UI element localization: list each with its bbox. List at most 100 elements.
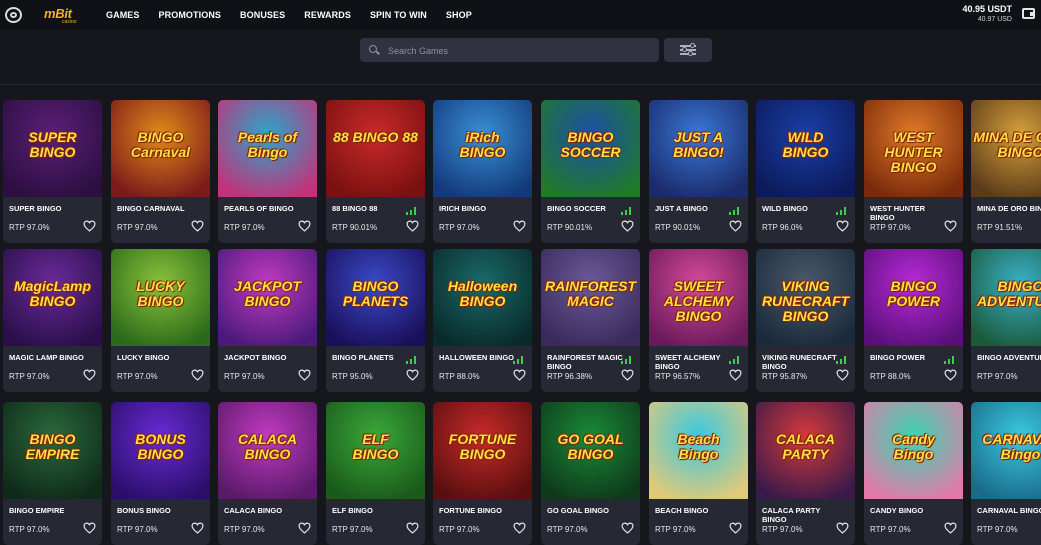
wallet-icon[interactable] bbox=[1022, 8, 1035, 19]
heart-icon[interactable] bbox=[406, 369, 419, 381]
search-input[interactable] bbox=[386, 38, 650, 64]
game-card[interactable]: BINGO ADVENTURE BINGO ADVENTURE RTP 97.0% bbox=[971, 249, 1041, 392]
game-thumbnail[interactable]: JACKPOT BINGO bbox=[218, 249, 317, 346]
game-card[interactable]: VIKING RUNECRAFT BINGO VIKING RUNECRAFT B… bbox=[756, 249, 855, 392]
game-thumbnail[interactable]: VIKING RUNECRAFT BINGO bbox=[756, 249, 855, 346]
game-rtp: RTP 97.0% bbox=[9, 223, 50, 232]
game-thumbnail[interactable]: MINA DE ORO BINGO bbox=[971, 100, 1041, 197]
game-thumbnail[interactable]: Pearls of Bingo bbox=[218, 100, 317, 197]
game-title: SWEET ALCHEMY BINGO bbox=[655, 353, 721, 371]
nav-spin-to-win[interactable]: SPIN TO WIN bbox=[370, 10, 427, 20]
game-title: BINGO EMPIRE bbox=[9, 506, 65, 515]
game-thumbnail[interactable]: Candy Bingo bbox=[864, 402, 963, 499]
game-card[interactable]: Pearls of Bingo PEARLS OF BINGO RTP 97.0% bbox=[218, 100, 317, 243]
game-card[interactable]: BINGO Carnaval BINGO CARNAVAL RTP 97.0% bbox=[111, 100, 210, 243]
game-rtp: RTP 97.0% bbox=[977, 525, 1018, 534]
game-card[interactable]: BINGO SOCCER BINGO SOCCER RTP 90.01% bbox=[541, 100, 640, 243]
game-thumbnail[interactable]: BINGO SOCCER bbox=[541, 100, 640, 197]
game-card[interactable]: JACKPOT BINGO JACKPOT BINGO RTP 97.0% bbox=[218, 249, 317, 392]
heart-icon[interactable] bbox=[621, 369, 634, 381]
game-thumbnail[interactable]: GO GOAL BINGO bbox=[541, 402, 640, 499]
game-art-title: Halloween BINGO bbox=[447, 278, 518, 309]
heart-icon[interactable] bbox=[944, 369, 957, 381]
heart-icon[interactable] bbox=[83, 220, 96, 232]
game-thumbnail[interactable]: LUCKY BINGO bbox=[111, 249, 210, 346]
heart-icon[interactable] bbox=[513, 369, 526, 381]
nav-rewards[interactable]: REWARDS bbox=[304, 10, 351, 20]
heart-icon[interactable] bbox=[191, 369, 204, 381]
game-thumbnail[interactable]: MagicLamp BINGO bbox=[3, 249, 102, 346]
game-card[interactable]: WILD BINGO WILD BINGO RTP 96.0% bbox=[756, 100, 855, 243]
heart-icon[interactable] bbox=[191, 220, 204, 232]
heart-icon[interactable] bbox=[729, 369, 742, 381]
game-card[interactable]: RAINFOREST MAGIC RAINFOREST MAGIC BINGO RT… bbox=[541, 249, 640, 392]
game-thumbnail[interactable]: BINGO POWER bbox=[864, 249, 963, 346]
game-art-title: Candy Bingo bbox=[892, 431, 935, 462]
game-rtp: RTP 97.0% bbox=[439, 525, 480, 534]
game-thumbnail[interactable]: ELF BINGO bbox=[326, 402, 425, 499]
game-thumbnail[interactable]: CARNAVAL Bingo bbox=[971, 402, 1041, 499]
game-title: WILD BINGO bbox=[762, 204, 808, 213]
game-thumbnail[interactable]: SWEET ALCHEMY BINGO bbox=[649, 249, 748, 346]
signal-bars-icon bbox=[621, 356, 631, 364]
game-thumbnail[interactable]: Beach Bingo bbox=[649, 402, 748, 499]
game-thumbnail[interactable]: CALACA BINGO bbox=[218, 402, 317, 499]
heart-icon[interactable] bbox=[621, 220, 634, 232]
game-art-title: MagicLamp BINGO bbox=[13, 278, 91, 309]
game-card[interactable]: LUCKY BINGO LUCKY BINGO RTP 97.0% bbox=[111, 249, 210, 392]
search-bar[interactable] bbox=[360, 38, 659, 64]
game-card[interactable]: WEST HUNTER BINGO WEST HUNTER BINGO RTP 97… bbox=[864, 100, 963, 243]
game-thumbnail[interactable]: Halloween BINGO bbox=[433, 249, 532, 346]
signal-bars-icon bbox=[729, 207, 739, 215]
nav-bonuses[interactable]: BONUSES bbox=[240, 10, 285, 20]
game-card[interactable]: BINGO POWER BINGO POWER RTP 88.0% bbox=[864, 249, 963, 392]
game-thumbnail[interactable]: BINGO PLANETS bbox=[326, 249, 425, 346]
filter-button[interactable] bbox=[664, 38, 712, 62]
game-thumbnail[interactable]: RAINFOREST MAGIC bbox=[541, 249, 640, 346]
game-title: FORTUNE BINGO bbox=[439, 506, 502, 515]
nav-promotions[interactable]: PROMOTIONS bbox=[159, 10, 222, 20]
game-card[interactable]: JUST A BINGO! JUST A BINGO RTP 90.01% bbox=[649, 100, 748, 243]
game-rtp: RTP 97.0% bbox=[117, 372, 158, 381]
game-card[interactable]: 88 BINGO 88 88 BINGO 88 RTP 90.01% bbox=[326, 100, 425, 243]
heart-icon[interactable] bbox=[836, 369, 849, 381]
balance-display[interactable]: 40.95 USDT 40.97 USD bbox=[962, 4, 1012, 23]
game-title: JACKPOT BINGO bbox=[224, 353, 287, 362]
game-thumbnail[interactable]: BINGO ADVENTURE bbox=[971, 249, 1041, 346]
nav-shop[interactable]: SHOP bbox=[446, 10, 472, 20]
game-thumbnail[interactable]: SUPER BINGO bbox=[3, 100, 102, 197]
heart-icon[interactable] bbox=[836, 220, 849, 232]
game-card[interactable]: Halloween BINGO HALLOWEEN BINGO RTP 88.0% bbox=[433, 249, 532, 392]
game-card[interactable]: SWEET ALCHEMY BINGO SWEET ALCHEMY BINGO RT… bbox=[649, 249, 748, 392]
game-thumbnail[interactable]: BINGO Carnaval bbox=[111, 100, 210, 197]
game-thumbnail[interactable]: BINGO EMPIRE bbox=[3, 402, 102, 499]
game-card[interactable]: SUPER BINGO SUPER BINGO RTP 97.0% bbox=[3, 100, 102, 243]
signal-bars-icon bbox=[944, 356, 954, 364]
game-card[interactable]: iRich BINGO IRICH BINGO RTP 97.0% bbox=[433, 100, 532, 243]
game-thumbnail[interactable]: WEST HUNTER BINGO bbox=[864, 100, 963, 197]
heart-icon[interactable] bbox=[83, 369, 96, 381]
game-art-title: JACKPOT BINGO bbox=[234, 278, 301, 309]
game-thumbnail[interactable]: WILD BINGO bbox=[756, 100, 855, 197]
game-thumbnail[interactable]: CALACA PARTY bbox=[756, 402, 855, 499]
heart-icon[interactable] bbox=[406, 220, 419, 232]
heart-icon[interactable] bbox=[298, 220, 311, 232]
game-art-title: BONUS BINGO bbox=[135, 431, 186, 462]
balance-usd: 40.97 USD bbox=[977, 16, 1012, 23]
heart-icon[interactable] bbox=[298, 369, 311, 381]
nav-games[interactable]: GAMES bbox=[106, 10, 140, 20]
game-thumbnail[interactable]: iRich BINGO bbox=[433, 100, 532, 197]
game-thumbnail[interactable]: FORTUNE BINGO bbox=[433, 402, 532, 499]
game-thumbnail[interactable]: 88 BINGO 88 bbox=[326, 100, 425, 197]
logo-icon[interactable] bbox=[5, 7, 22, 23]
game-thumbnail[interactable]: BONUS BINGO bbox=[111, 402, 210, 499]
game-card[interactable]: MagicLamp BINGO MAGIC LAMP BINGO RTP 97.0% bbox=[3, 249, 102, 392]
game-card[interactable]: MINA DE ORO BINGO MINA DE ORO BINGO RTP 91… bbox=[971, 100, 1041, 243]
heart-icon[interactable] bbox=[729, 220, 742, 232]
heart-icon[interactable] bbox=[513, 220, 526, 232]
game-card[interactable]: BINGO PLANETS BINGO PLANETS RTP 95.0% bbox=[326, 249, 425, 392]
game-rtp: RTP 97.0% bbox=[870, 223, 911, 232]
heart-icon[interactable] bbox=[944, 220, 957, 232]
game-thumbnail[interactable]: JUST A BINGO! bbox=[649, 100, 748, 197]
game-art-title: BINGO SOCCER bbox=[560, 129, 621, 160]
